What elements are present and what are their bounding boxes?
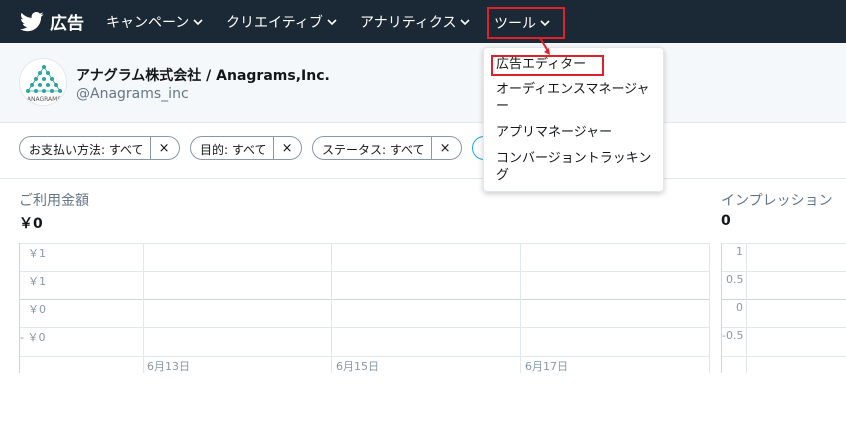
y-tick-label: 0.5 (726, 273, 744, 286)
spend-chart: ￥1 ￥1 ￥0 - ￥0 6月13日 6月15日 6月17日 (19, 243, 710, 373)
menu-item-audience-manager[interactable]: オーディエンスマネージャー (496, 81, 656, 115)
account-handle: @Anagrams_inc (76, 86, 189, 102)
nav-tools-label: ツール (494, 16, 536, 32)
twitter-bird-icon (20, 11, 44, 31)
gridline (20, 327, 710, 328)
gridline (20, 299, 710, 300)
gridline (143, 243, 144, 373)
chevron-down-icon (327, 19, 337, 26)
brand-label: 広告 (50, 14, 84, 34)
x-tick-label: 6月13日 (147, 360, 190, 373)
impressions-chart: 1 0.5 0 -0.5 (721, 243, 846, 373)
filter-chip-payment[interactable]: お支払い方法: すべて × (19, 136, 180, 160)
spend-label: ご利用金額 (19, 193, 89, 209)
gridline (20, 271, 710, 272)
x-tick-label: 6月15日 (336, 360, 379, 373)
spend-value: ￥0 (19, 216, 43, 232)
y-tick-label: 0 (736, 301, 743, 314)
y-tick-label: ￥1 (28, 247, 46, 260)
anagrams-logo-icon: ANAGRAMS (26, 65, 62, 103)
gridline (20, 356, 710, 357)
highlight-box (491, 55, 604, 76)
remove-filter-button[interactable]: × (149, 137, 178, 159)
y-tick-label: ￥0 (28, 303, 46, 316)
y-tick-label: - ￥0 (20, 331, 46, 344)
impressions-value: 0 (721, 213, 731, 229)
chevron-down-icon (460, 19, 471, 26)
filter-chip-label: ステータス: すべて (322, 143, 425, 157)
remove-filter-button[interactable]: × (272, 137, 301, 159)
filter-chip-objective[interactable]: 目的: すべて × (190, 136, 302, 160)
brand[interactable]: 広告 (20, 9, 84, 34)
nav-creatives[interactable]: クリエイティブ (226, 12, 337, 32)
chevron-down-icon (193, 19, 203, 26)
filter-bar: お支払い方法: すべて × 目的: すべて × ステータス: すべて × (0, 123, 846, 179)
y-tick-label: ￥1 (28, 275, 46, 288)
top-nav: 広告 キャンペーン クリエイティブ アナリティクス ツール (0, 0, 846, 43)
gridline (331, 243, 332, 373)
y-tick-label: 1 (736, 245, 743, 258)
nav-campaigns[interactable]: キャンペーン (106, 12, 203, 32)
avatar[interactable]: ANAGRAMS (19, 58, 67, 106)
gridline (746, 243, 747, 373)
nav-analytics[interactable]: アナリティクス (360, 12, 471, 32)
nav-analytics-label: アナリティクス (360, 15, 457, 31)
nav-creatives-label: クリエイティブ (226, 15, 323, 31)
y-tick-label: -0.5 (722, 329, 744, 342)
nav-tools[interactable]: ツール (487, 7, 565, 39)
x-tick-label: 6月17日 (525, 360, 568, 373)
menu-item-conversion-tracking[interactable]: コンバージョントラッキング (496, 150, 656, 184)
menu-item-app-manager[interactable]: アプリマネージャー (496, 124, 656, 141)
chevron-down-icon (540, 20, 550, 27)
gridline (520, 243, 521, 373)
filter-chip-label: 目的: すべて (200, 143, 267, 157)
gridline (722, 243, 846, 244)
gridline (722, 327, 846, 328)
gridline (709, 243, 710, 373)
filter-chip-status[interactable]: ステータス: すべて × (312, 136, 462, 160)
filter-chip-label: お支払い方法: すべて (29, 143, 144, 157)
logo-text: ANAGRAMS (27, 96, 61, 103)
nav-campaigns-label: キャンペーン (106, 15, 190, 31)
annotation-arrow-icon (539, 37, 550, 55)
gridline (20, 243, 710, 244)
account-header: ANAGRAMS アナグラム株式会社 / Anagrams,Inc. @Anag… (0, 43, 846, 123)
gridline (722, 299, 846, 300)
gridline (722, 271, 846, 272)
impressions-label: インプレッション (721, 193, 833, 209)
remove-filter-button[interactable]: × (430, 137, 459, 159)
gridline (722, 356, 846, 357)
account-name: アナグラム株式会社 / Anagrams,Inc. (76, 68, 330, 84)
